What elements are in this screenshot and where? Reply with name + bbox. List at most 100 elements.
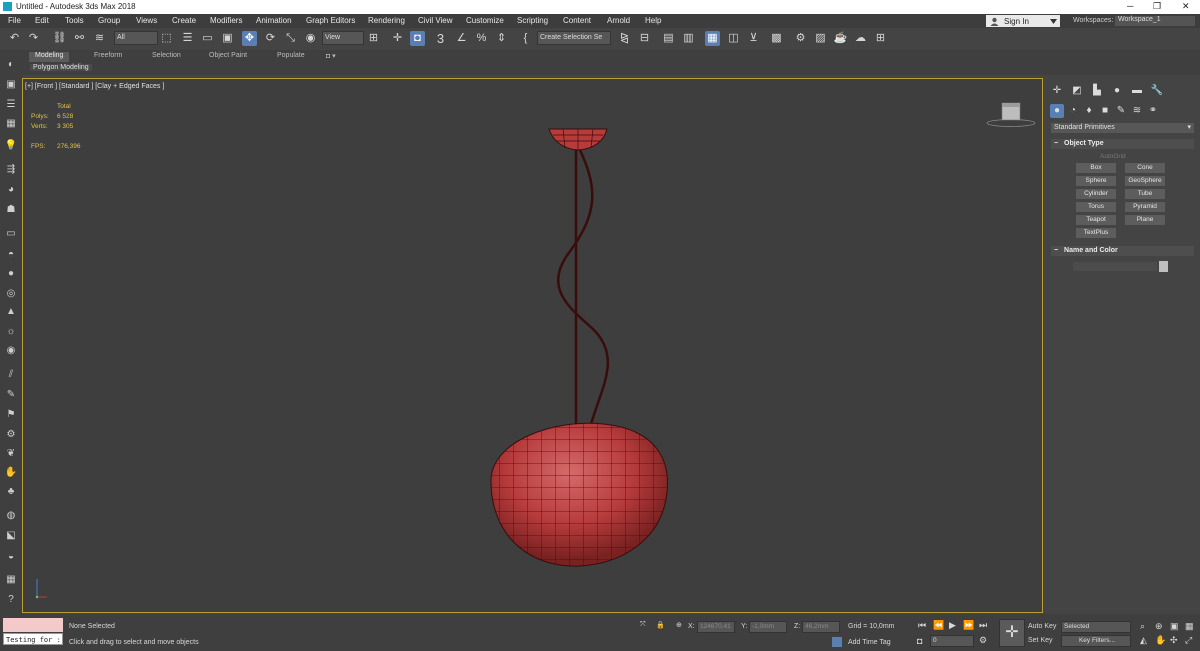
maximize-viewport-icon[interactable]: ⤢ (1185, 635, 1192, 646)
isolate-selection-icon[interactable]: ⤧ (640, 621, 646, 629)
viewport-layout-icon[interactable]: ◐ (4, 59, 18, 71)
scene-explorer-icon[interactable]: ▤ (661, 31, 676, 46)
name-and-color-rollout[interactable]: − Name and Color (1051, 246, 1194, 256)
menu-modifiers[interactable]: Modifiers (210, 16, 242, 25)
select-and-move-icon[interactable]: ✥ (242, 31, 257, 46)
angle-snap-icon[interactable]: ∠ (454, 31, 469, 46)
ribbon-options-icon[interactable]: ◘ ▾ (326, 52, 336, 62)
textplus-button[interactable]: TextPlus (1076, 228, 1116, 238)
render-in-cloud-icon[interactable]: ⊞ (873, 31, 888, 46)
sign-in-button[interactable]: Sign In (986, 15, 1060, 27)
menu-graph-editors[interactable]: Graph Editors (306, 16, 355, 25)
minimize-button[interactable]: ─ (1127, 1, 1133, 11)
hemisphere-icon[interactable]: ◓ (4, 249, 18, 261)
snaps-toggle-icon[interactable]: 3 (433, 31, 448, 46)
render-icon[interactable]: ▦ (4, 574, 18, 586)
redo-icon[interactable]: ↷ (26, 31, 41, 46)
sun-icon[interactable]: ☼ (4, 326, 18, 338)
select-and-rotate-icon[interactable]: ⟳ (263, 31, 278, 46)
select-object-icon[interactable]: ⬚ (159, 31, 174, 46)
brush-icon[interactable]: ✎ (4, 389, 18, 401)
menu-tools[interactable]: Tools (65, 16, 84, 25)
modify-tab-icon[interactable]: ◩ (1070, 84, 1084, 98)
bind-space-warp-icon[interactable]: ≋ (92, 31, 107, 46)
link-icon[interactable]: ⛓ (52, 31, 67, 46)
front-viewport[interactable]: [+] [Front ] [Standard ] [Clay + Edged F… (22, 78, 1043, 613)
lock-selection-icon[interactable]: 🔒 (656, 621, 665, 629)
next-frame-icon[interactable]: ⏩ (963, 620, 974, 631)
pyramid-button[interactable]: Pyramid (1125, 202, 1165, 212)
time-tag-icon[interactable] (832, 637, 842, 647)
leaf-icon[interactable]: ❦ (4, 448, 18, 460)
play-icon[interactable]: ▶ (949, 620, 956, 631)
pivot-center-icon[interactable]: ⊞ (366, 31, 381, 46)
cameras-icon[interactable]: ■ (1098, 104, 1112, 118)
teapot-button[interactable]: Teapot (1076, 215, 1116, 225)
utilities-tab-icon[interactable]: 🔧 (1150, 84, 1164, 98)
close-button[interactable]: ✕ (1182, 1, 1190, 12)
select-and-scale-icon[interactable]: ⤡ (283, 31, 298, 46)
menu-civil-view[interactable]: Civil View (418, 16, 453, 25)
zoom-extents-all-icon[interactable]: ▦ (1185, 621, 1194, 632)
field-of-view-icon[interactable]: ◭ (1140, 635, 1147, 646)
light-icon[interactable]: 💡 (4, 140, 18, 152)
undo-icon[interactable]: ↶ (7, 31, 22, 46)
display-tab-icon[interactable]: ▬ (1130, 84, 1144, 98)
palm-icon[interactable]: ♣ (4, 486, 18, 498)
zoom-extents-icon[interactable]: ▣ (1170, 621, 1179, 632)
sphere-icon[interactable]: ● (4, 268, 18, 280)
schematic-view-icon[interactable]: ⊻ (746, 31, 761, 46)
pan-view-icon[interactable]: ✋ (1155, 635, 1166, 646)
tab-populate[interactable]: Populate (277, 52, 305, 62)
z-coordinate-field[interactable]: 46,2mm (802, 621, 840, 633)
camera-icon[interactable]: ◕ (4, 184, 18, 196)
key-filters-button[interactable]: Key Filters... (1061, 635, 1131, 647)
list-icon[interactable]: ☰ (4, 99, 18, 111)
menu-scripting[interactable]: Scripting (517, 16, 548, 25)
object-category-select[interactable]: Standard Primitives ▾ (1051, 123, 1194, 133)
set-key-button[interactable]: Set Key (1028, 637, 1053, 644)
gear-icon[interactable]: ⚙ (4, 429, 18, 441)
previous-frame-icon[interactable]: ⏪ (933, 620, 944, 631)
current-frame-field[interactable]: 0 (930, 635, 974, 647)
object-color-swatch[interactable] (1159, 261, 1168, 272)
geometry-icon[interactable]: ● (1050, 104, 1064, 118)
rendered-frame-window-icon[interactable]: ▨ (813, 31, 828, 46)
window-crossing-icon[interactable]: ▣ (220, 31, 235, 46)
rectangular-selection-icon[interactable]: ▭ (200, 31, 215, 46)
unlink-icon[interactable]: ⚯ (72, 31, 87, 46)
render-iterative-icon[interactable]: ☁ (853, 31, 868, 46)
align-icon[interactable]: ⊟ (637, 31, 652, 46)
maxscript-input[interactable]: Testing for : (3, 633, 63, 645)
manipulate-icon[interactable]: ✛ (390, 31, 405, 46)
motion-tab-icon[interactable]: ● (1110, 84, 1124, 98)
mirror-icon[interactable]: ⧎ (617, 31, 632, 46)
cloth-icon[interactable]: ⚑ (4, 409, 18, 421)
go-to-start-icon[interactable]: ⏮ (918, 620, 926, 631)
zoom-all-icon[interactable]: ⊕ (1155, 621, 1163, 632)
percent-snap-icon[interactable]: % (474, 31, 489, 46)
tab-modeling[interactable]: Modeling (29, 52, 70, 62)
lights-icon[interactable]: ♦ (1082, 104, 1096, 118)
plane-button[interactable]: Plane (1125, 215, 1165, 225)
menu-file[interactable]: File (8, 16, 21, 25)
sphere-button[interactable]: Sphere (1076, 176, 1116, 186)
time-config-icon[interactable]: ⚙ (979, 635, 987, 646)
space-warps-icon[interactable]: ≋ (1130, 104, 1144, 118)
hand-icon[interactable]: ✋ (4, 467, 18, 479)
helpers-icon[interactable]: ✎ (1114, 104, 1128, 118)
material-editor-icon[interactable]: ▩ (769, 31, 784, 46)
menu-views[interactable]: Views (136, 16, 157, 25)
create-tab-icon[interactable]: ✛ (1050, 84, 1064, 98)
box-icon[interactable]: ▭ (4, 228, 18, 240)
shapes-icon[interactable]: ◔ (1066, 104, 1080, 118)
tube-button[interactable]: Tube (1125, 189, 1165, 199)
menu-animation[interactable]: Animation (256, 16, 292, 25)
tab-object-paint[interactable]: Object Paint (209, 52, 247, 62)
people-icon[interactable]: ☗ (4, 204, 18, 216)
menu-create[interactable]: Create (172, 16, 196, 25)
menu-rendering[interactable]: Rendering (368, 16, 405, 25)
reference-coordinate-select[interactable]: View (322, 31, 364, 45)
menu-content[interactable]: Content (563, 16, 591, 25)
texture-icon[interactable]: ⬕ (4, 530, 18, 542)
